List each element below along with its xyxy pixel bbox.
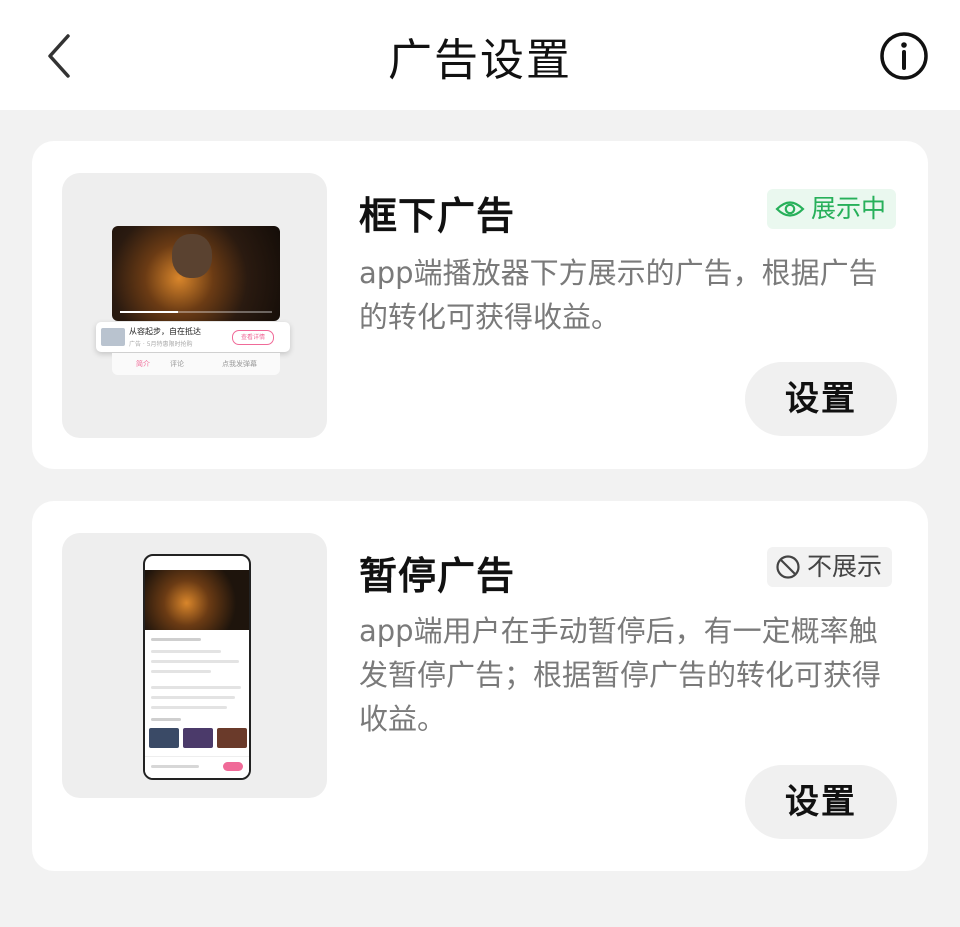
top-bar: 广告设置	[0, 0, 960, 110]
video-thumbnail	[145, 570, 249, 630]
video-progress-bar	[120, 311, 272, 313]
ad-description: app端用户在手动暂停后，有一定概率触发暂停广告；根据暂停广告的转化可获得收益。	[359, 614, 882, 736]
status-badge: 不展示	[767, 547, 893, 587]
status-text: 展示中	[811, 194, 887, 223]
video-thumbnail	[112, 226, 280, 321]
preview-tabs: 简介 评论 点我发弹幕	[112, 353, 280, 375]
ad-title: 暂停广告	[359, 554, 516, 598]
info-icon	[880, 32, 928, 80]
preview-tab-danmaku: 点我发弹幕	[222, 360, 257, 368]
info-button[interactable]	[878, 30, 930, 82]
eye-icon	[775, 201, 805, 217]
preview-ad-bar: 从容起步，自在抵达 广告 · 5月特惠限时抢购 查看详情	[96, 322, 290, 352]
status-text: 不展示	[807, 552, 883, 581]
preview-ad-button: 查看详情	[232, 330, 274, 345]
status-badge: 展示中	[767, 189, 897, 229]
preview-ad-subtext: 广告 · 5月特惠限时抢购	[129, 341, 193, 348]
ad-preview-image: 从容起步，自在抵达 广告 · 5月特惠限时抢购 查看详情 简介 评论 点我发弹幕	[62, 173, 327, 438]
preview-pause-ad	[145, 756, 249, 778]
ad-preview-image	[62, 533, 327, 798]
preview-ad-text: 从容起步，自在抵达	[129, 327, 201, 336]
ad-card-below-player: 从容起步，自在抵达 广告 · 5月特惠限时抢购 查看详情 简介 评论 点我发弹幕…	[32, 141, 928, 469]
phone-mockup	[143, 554, 251, 780]
preview-tab-comments: 评论	[170, 360, 184, 368]
preview-tab-intro: 简介	[136, 360, 150, 368]
ad-card-pause: 暂停广告 不展示 app端用户在手动暂停后，有一定概率触发暂停广告；根据暂停广告…	[32, 501, 928, 871]
page-title: 广告设置	[388, 35, 572, 86]
ad-description: app端播放器下方展示的广告，根据广告的转化可获得收益。	[359, 256, 878, 334]
no-entry-icon	[776, 555, 800, 579]
settings-button[interactable]: 设置	[745, 765, 897, 839]
ad-title: 框下广告	[359, 194, 516, 238]
settings-button[interactable]: 设置	[745, 362, 897, 436]
